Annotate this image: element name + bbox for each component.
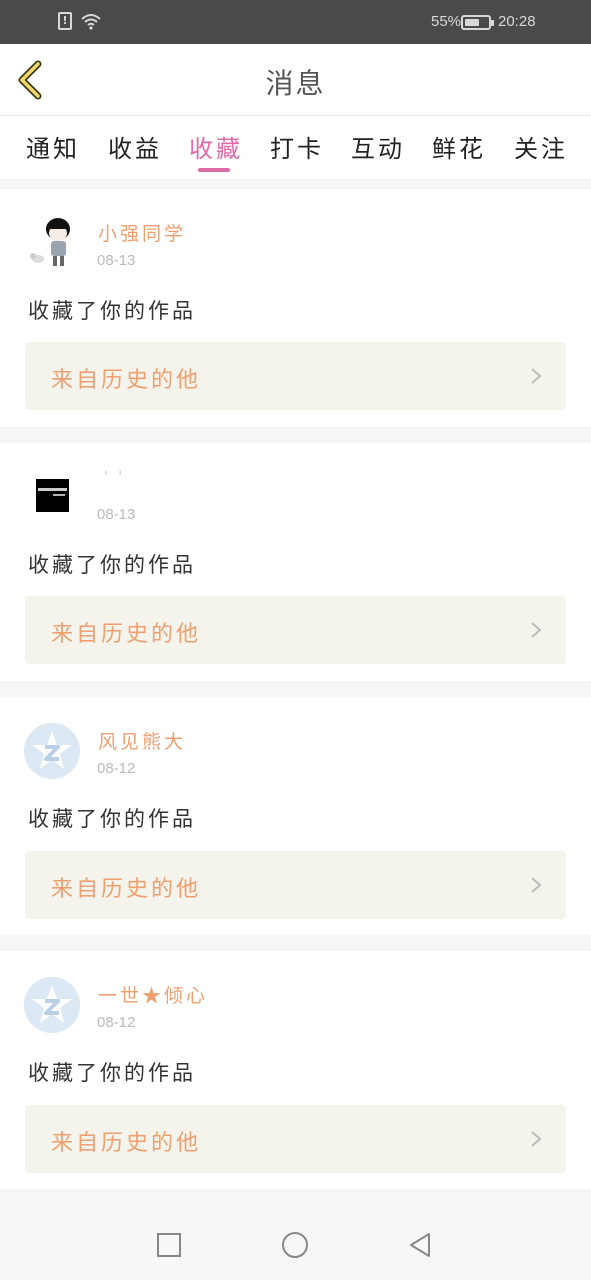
home-icon[interactable]: [281, 1232, 309, 1260]
user-name[interactable]: 小强同学: [98, 219, 186, 246]
page-title: 消息: [265, 67, 326, 100]
source-work-link[interactable]: 来自历史的他: [25, 1105, 566, 1173]
action-text: 收藏了你的作品: [28, 807, 196, 831]
user-name[interactable]: ' ': [104, 469, 125, 485]
message-date: 08-12: [97, 760, 136, 777]
source-work-link[interactable]: 来自历史的他: [25, 596, 566, 664]
black-logo-icon: [36, 479, 69, 512]
divider: [0, 681, 591, 697]
action-text: 收藏了你的作品: [28, 1061, 196, 1085]
source-title: 来自历史的他: [51, 1131, 202, 1156]
tab-notice[interactable]: 通知: [26, 129, 80, 164]
divider: [0, 427, 591, 443]
user-name[interactable]: 风见熊大: [98, 727, 186, 754]
tab-follow[interactable]: 关注: [514, 129, 568, 164]
chevron-right-icon: [531, 877, 542, 893]
battery-icon: [461, 15, 494, 30]
tab-flowers[interactable]: 鲜花: [432, 129, 486, 164]
divider: [0, 1189, 591, 1208]
message-date: 08-13: [97, 252, 136, 269]
tab-earnings[interactable]: 收益: [108, 129, 162, 164]
tab-bar: 通知 收益 收藏 打卡 互动 鲜花 关注: [0, 117, 591, 179]
source-work-link[interactable]: 来自历史的他: [25, 342, 566, 410]
default-avatar-icon: [24, 723, 80, 779]
divider: [0, 935, 591, 951]
chevron-right-icon: [531, 622, 542, 638]
source-title: 来自历史的他: [51, 368, 202, 393]
user-name[interactable]: 一世★倾心: [98, 981, 208, 1008]
tab-checkin[interactable]: 打卡: [270, 129, 324, 164]
system-nav-bar: [0, 1208, 591, 1280]
message-date: 08-13: [97, 506, 136, 523]
divider: [0, 179, 591, 189]
action-text: 收藏了你的作品: [28, 553, 196, 577]
avatar[interactable]: [24, 213, 80, 269]
chevron-right-icon: [531, 1131, 542, 1147]
header: 消息: [0, 44, 591, 116]
tab-favorites[interactable]: 收藏: [189, 129, 243, 164]
message-card: 小强同学 08-13 收藏了你的作品 来自历史的他: [0, 189, 591, 427]
sim-alert-icon: !: [58, 12, 72, 30]
wifi-icon: [81, 14, 101, 30]
message-date: 08-12: [97, 1014, 136, 1031]
source-title: 来自历史的他: [51, 622, 202, 647]
battery-percent: 55%: [431, 13, 462, 30]
clock: 20:28: [498, 13, 536, 30]
chevron-right-icon: [531, 368, 542, 384]
back-nav-icon[interactable]: [407, 1232, 433, 1260]
action-text: 收藏了你的作品: [28, 299, 196, 323]
message-card: 风见熊大 08-12 收藏了你的作品 来自历史的他: [0, 697, 591, 935]
avatar[interactable]: [36, 479, 69, 512]
tab-interaction[interactable]: 互动: [351, 129, 405, 164]
status-bar: ! 55% 20:28: [0, 0, 591, 44]
message-card: ' ' 08-13 收藏了你的作品 来自历史的他: [0, 443, 591, 681]
source-title: 来自历史的他: [51, 877, 202, 902]
default-avatar-icon: [24, 977, 80, 1033]
message-card: 一世★倾心 08-12 收藏了你的作品 来自历史的他: [0, 951, 591, 1189]
source-work-link[interactable]: 来自历史的他: [25, 851, 566, 919]
recent-apps-icon[interactable]: [156, 1232, 182, 1258]
active-tab-indicator: [198, 168, 230, 172]
avatar[interactable]: [24, 977, 80, 1033]
avatar[interactable]: [24, 723, 80, 779]
cartoon-boy-icon: [24, 213, 80, 269]
